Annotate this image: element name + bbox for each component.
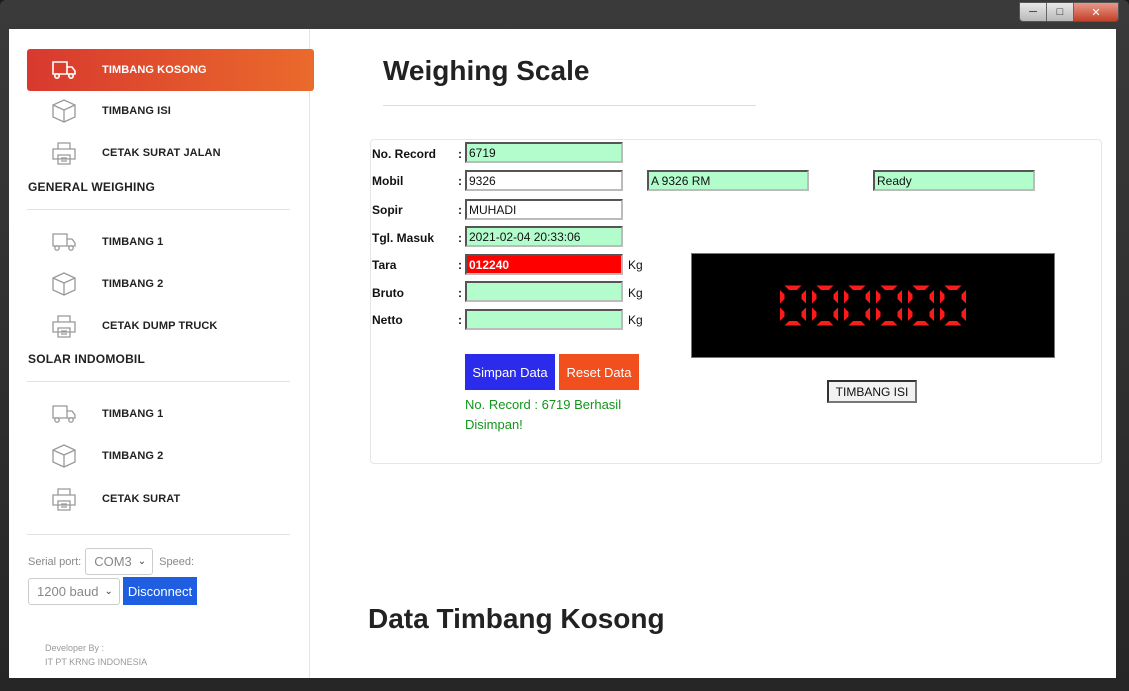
nav-label: TIMBANG 1 [102,408,164,420]
title-divider [383,105,756,106]
colon: : [458,286,462,300]
developer-name: IT PT KRNG INDONESIA [45,657,148,667]
nav-cetak-surat[interactable]: CETAK SURAT [27,478,314,520]
nav-label: CETAK DUMP TRUCK [102,320,218,332]
netto-label: Netto [372,313,403,327]
colon: : [458,258,462,272]
section-title: Data Timbang Kosong [368,603,665,634]
divider [27,534,290,535]
close-button[interactable]: ✕ [1074,3,1118,21]
display-digit [908,285,934,326]
serial-port-value: COM3 [94,554,132,569]
bruto-label: Bruto [372,286,404,300]
tara-unit: Kg [628,258,643,272]
box-icon [47,442,81,470]
serial-port-select[interactable]: COM3 ⌄ [85,548,154,575]
window-controls: ─ □ ✕ [1019,2,1119,22]
colon: : [458,231,462,245]
tara-field[interactable]: 012240 [465,254,623,275]
tara-label: Tara [372,258,397,272]
divider [27,381,290,382]
colon: : [458,313,462,327]
mobil-label: Mobil [372,174,404,188]
chevron-down-icon: ⌄ [137,556,147,567]
nav-label: TIMBANG 2 [102,278,164,290]
sidebar: TIMBANG KOSONG TIMBANG ISI CETAK SURAT J… [9,29,314,678]
printer-icon [47,485,81,513]
nav-timbang-isi[interactable]: TIMBANG ISI [27,90,314,132]
truck-icon [47,56,81,84]
maximize-button[interactable]: □ [1047,3,1074,21]
nav-general-timbang-1[interactable]: TIMBANG 1 [27,221,314,263]
nav-label: TIMBANG 2 [102,450,164,462]
bruto-field[interactable] [465,281,623,302]
seven-segment-readout [780,285,966,326]
client-area: TIMBANG KOSONG TIMBANG ISI CETAK SURAT J… [9,29,1116,678]
plate-field[interactable]: A 9326 RM [647,170,809,191]
sopir-label: Sopir [372,203,403,217]
speed-select[interactable]: 1200 baud ⌄ [28,577,120,605]
status-field[interactable]: Ready [873,170,1035,191]
speed-label: Speed: [159,555,195,568]
nav-solar-timbang-2[interactable]: TIMBANG 2 [27,435,314,477]
mobil-field[interactable]: 9326 [465,170,623,191]
developer-label: Developer By : [45,643,105,653]
nav-label: TIMBANG 1 [102,236,164,248]
nav-label: TIMBANG KOSONG [102,64,207,76]
save-button[interactable]: Simpan Data [465,354,555,390]
tgl-masuk-field[interactable]: 2021-02-04 20:33:06 [465,226,623,247]
printer-icon [47,312,81,340]
chevron-down-icon: ⌄ [104,585,113,597]
nav-label: CETAK SURAT [102,493,181,505]
nav-label: CETAK SURAT JALAN [102,147,221,159]
truck-icon [47,400,81,428]
nav-general-timbang-2[interactable]: TIMBANG 2 [27,263,314,305]
display-digit [844,285,870,326]
display-digit [812,285,838,326]
speed-value: 1200 baud [37,583,99,599]
status-message: No. Record : 6719 Berhasil Disimpan! [465,397,622,432]
no-record-label: No. Record [372,147,437,161]
section-general-weighing: GENERAL WEIGHING [28,180,155,194]
section-solar-indomobil: SOLAR INDOMOBIL [28,352,145,366]
page-title: Weighing Scale [383,55,590,86]
colon: : [458,147,462,161]
app-window: ─ □ ✕ TIMBANG KOSONG TIMBANG ISI CETAK S… [0,0,1129,691]
serial-port-label: Serial port: [28,555,82,568]
box-icon [47,97,81,125]
sopir-field[interactable]: MUHADI [465,199,623,220]
nav-timbang-kosong[interactable]: TIMBANG KOSONG [27,49,314,91]
display-digit [876,285,902,326]
display-digit [940,285,966,326]
netto-field[interactable] [465,309,623,330]
divider [27,209,290,210]
netto-unit: Kg [628,313,643,327]
colon: : [458,203,462,217]
nav-cetak-dump-truck[interactable]: CETAK DUMP TRUCK [27,305,314,347]
box-icon [47,270,81,298]
no-record-field[interactable]: 6719 [465,142,623,163]
nav-solar-timbang-1[interactable]: TIMBANG 1 [27,393,314,435]
timbang-isi-button[interactable]: TIMBANG ISI [827,380,917,403]
nav-cetak-surat-jalan[interactable]: CETAK SURAT JALAN [27,132,314,174]
truck-icon [47,228,81,256]
speed-row: 1200 baud ⌄ Disconnect [28,577,198,605]
bruto-unit: Kg [628,286,643,300]
reset-button[interactable]: Reset Data [559,354,639,390]
printer-icon [47,139,81,167]
nav-label: TIMBANG ISI [102,105,171,117]
disconnect-button[interactable]: Disconnect [122,577,198,605]
display-digit [780,285,806,326]
colon: : [458,174,462,188]
tgl-masuk-label: Tgl. Masuk [372,231,435,245]
minimize-button[interactable]: ─ [1020,3,1047,21]
weight-display [691,253,1055,358]
serial-settings-row: Serial port: COM3 ⌄ Speed: [28,548,194,575]
